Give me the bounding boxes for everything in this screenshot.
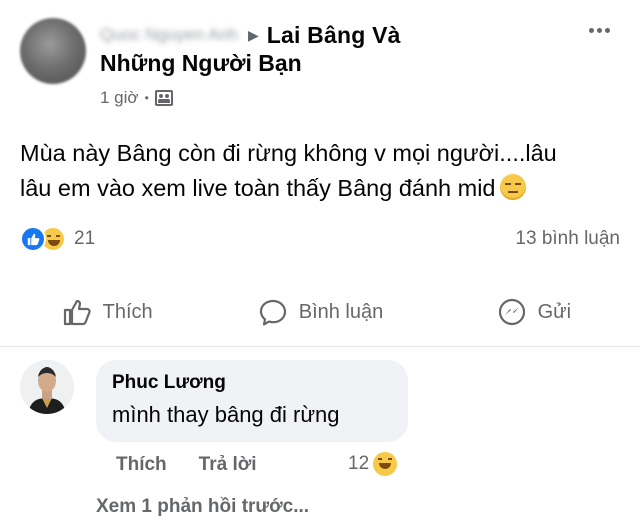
comment-bubble[interactable]: Phuc Lương mình thay bâng đi rừng [96, 360, 408, 442]
expressionless-emoji-icon [499, 174, 526, 200]
view-previous-replies-link[interactable]: Xem 1 phản hồi trước... [96, 496, 309, 518]
send-label: Gửi [537, 300, 572, 323]
like-label: Thích [102, 300, 153, 323]
comment-reply-button[interactable]: Trả lời [199, 454, 257, 476]
comment-bubble-icon [259, 299, 286, 326]
comment-reaction-count: 12 [348, 453, 370, 474]
more-options-icon[interactable] [584, 18, 614, 42]
post-text-line: lâu em vào xem live toàn thấy Bâng đánh … [20, 175, 496, 201]
messenger-icon [498, 298, 525, 326]
author-name[interactable]: Quoc Nguyen Anh [100, 25, 238, 45]
comment-label: Bình luận [298, 300, 384, 323]
commenter-avatar[interactable] [20, 360, 74, 414]
send-button[interactable]: Gửi [427, 282, 640, 342]
haha-icon [373, 452, 398, 476]
group-name-continued[interactable]: Những Người Bạn [100, 50, 302, 77]
like-button[interactable]: Thích [0, 282, 213, 342]
like-icon [20, 226, 46, 252]
post-time[interactable]: 1 giờ [100, 88, 139, 108]
comment-button[interactable]: Bình luận [213, 282, 426, 342]
comment-text: mình thay bâng đi rừng [112, 402, 340, 427]
arrow-icon: ▶ [247, 26, 259, 43]
group-name[interactable]: Lai Bâng Và [267, 22, 401, 49]
group-privacy-icon [154, 90, 173, 106]
thumbs-up-icon [63, 299, 91, 326]
comment-like-button[interactable]: Thích [116, 454, 167, 476]
post-text-line-2: lâu em vào xem live toàn thấy Bâng đánh … [20, 171, 620, 206]
comment-actions: Thích Trả lời [116, 454, 257, 476]
meta-separator: • [144, 91, 149, 105]
comment-count[interactable]: 13 bình luận [515, 228, 620, 250]
post-text-line: Mùa này Bâng còn đi rừng không v mọi ngư… [20, 140, 557, 166]
post-text: Mùa này Bâng còn đi rừng không v mọi ngư… [20, 136, 620, 206]
reaction-summary[interactable]: 21 [20, 226, 95, 252]
author-avatar[interactable] [20, 18, 86, 84]
post-meta: 1 giờ • [100, 88, 173, 108]
post-header: Quoc Nguyen Anh ▶ Lai Bâng Và [100, 20, 401, 50]
post-action-bar: Thích Bình luận Gửi [0, 282, 640, 342]
section-divider [0, 346, 640, 347]
commenter-name[interactable]: Phuc Lương [112, 372, 392, 394]
reaction-count: 21 [74, 228, 96, 249]
comment-reactions[interactable]: 12 [348, 452, 398, 476]
